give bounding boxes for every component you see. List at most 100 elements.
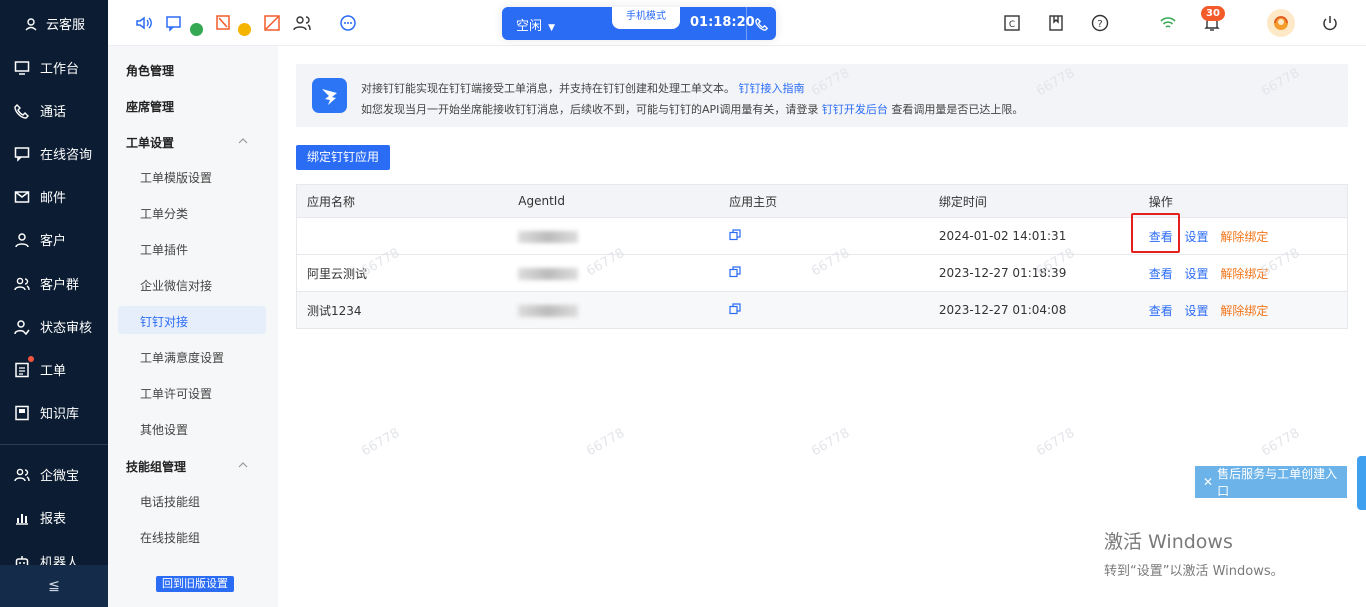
copy-icon[interactable] xyxy=(729,228,741,241)
nav-customer-group[interactable]: 客户群 xyxy=(14,274,79,293)
settings-group-skill-groups[interactable]: 技能组管理 xyxy=(126,458,186,475)
view-button[interactable]: 查看 xyxy=(1149,267,1173,281)
unbind-button[interactable]: 解除绑定 xyxy=(1220,267,1268,281)
watermark: 66778 xyxy=(359,425,403,460)
dingtalk-logo-icon xyxy=(312,78,347,113)
back-to-old-settings-button[interactable]: 回到旧版设置 xyxy=(156,576,234,592)
dingtalk-guide-link[interactable]: 钉钉接入指南 xyxy=(739,82,805,95)
banner-text: 查看调用量是否已达上限。 xyxy=(891,103,1024,116)
view-button[interactable]: 查看 xyxy=(1149,230,1173,244)
copy-icon[interactable] xyxy=(729,302,741,315)
speaker-icon[interactable] xyxy=(134,13,154,33)
bookmark-icon[interactable] xyxy=(1046,13,1066,33)
nav-calls[interactable]: 通话 xyxy=(14,101,66,120)
watermark: 66778 xyxy=(584,425,628,460)
settings-group-tickets[interactable]: 工单设置 xyxy=(126,134,174,151)
svg-text:C: C xyxy=(1009,20,1015,30)
settings-item-ticket-category[interactable]: 工单分类 xyxy=(140,205,188,222)
settings-item-ticket-license[interactable]: 工单许可设置 xyxy=(140,385,212,402)
settings-item-wecom-integration[interactable]: 企业微信对接 xyxy=(140,277,212,294)
side-drawer-tab[interactable] xyxy=(1357,456,1366,510)
agent-id-cell xyxy=(508,254,720,292)
unbind-button[interactable]: 解除绑定 xyxy=(1220,304,1268,318)
settings-item-ticket-template[interactable]: 工单模版设置 xyxy=(140,169,212,186)
help-icon[interactable]: ? xyxy=(1090,13,1110,33)
settings-item-ticket-plugin[interactable]: 工单插件 xyxy=(140,241,188,258)
redacted-agent-id xyxy=(518,230,579,243)
column-header: 应用主页 xyxy=(719,184,929,218)
aftersale-service-button[interactable]: ✕ 售后服务与工单创建入口 xyxy=(1195,466,1347,498)
chat-bubble-icon[interactable] xyxy=(338,13,358,33)
dnd-status-icon[interactable] xyxy=(262,13,282,33)
settings-group-roles[interactable]: 角色管理 xyxy=(126,62,174,79)
power-icon[interactable] xyxy=(1320,13,1340,33)
group-icon xyxy=(14,468,30,481)
banner-line-2: 如您发现当月一开始坐席能接收钉钉消息，后续收不到，可能与钉钉的API调用量有关，… xyxy=(361,101,1023,117)
avatar[interactable] xyxy=(1267,9,1295,37)
nav-tickets[interactable]: 工单 xyxy=(14,360,66,379)
settings-item-other[interactable]: 其他设置 xyxy=(140,421,188,438)
c-icon[interactable]: C xyxy=(1002,13,1022,33)
dingtalk-dev-console-link[interactable]: 钉钉开发后台 xyxy=(822,103,888,116)
settings-item-phone-skill-group[interactable]: 电话技能组 xyxy=(140,493,200,510)
phone-icon xyxy=(754,17,768,31)
nav-label: 在线咨询 xyxy=(40,148,93,163)
settings-group-seats[interactable]: 座席管理 xyxy=(126,98,174,115)
nav-workbench[interactable]: 工作台 xyxy=(14,58,79,77)
settings-button[interactable]: 设置 xyxy=(1185,267,1209,281)
agent-status-dropdown[interactable]: 空闲 ▼ xyxy=(516,15,555,34)
call-phone-button[interactable] xyxy=(746,7,776,40)
windows-activation-subtitle: 转到“设置”以激活 Windows。 xyxy=(1104,564,1284,579)
collapse-nav-button[interactable]: ≦ xyxy=(0,565,108,607)
nav-online-consult[interactable]: 在线咨询 xyxy=(14,144,92,163)
bind-time-cell: 2023-12-27 01:18:39 xyxy=(928,254,1139,292)
app-name-cell xyxy=(296,217,509,255)
person-check-icon xyxy=(14,319,30,335)
nav-label: 知识库 xyxy=(40,407,80,422)
message-icon[interactable] xyxy=(164,13,184,33)
nav-divider xyxy=(0,444,108,445)
nav-wecom-treasure[interactable]: 企微宝 xyxy=(14,465,79,484)
bar-chart-icon xyxy=(16,513,28,525)
settings-item-ticket-satisfaction[interactable]: 工单满意度设置 xyxy=(140,349,224,366)
settings-button[interactable]: 设置 xyxy=(1185,230,1209,244)
chevron-up-icon[interactable] xyxy=(238,460,248,470)
wifi-icon xyxy=(1158,13,1178,33)
table-header-row: 应用名称 AgentId 应用主页 绑定时间 操作 xyxy=(296,184,1348,218)
bind-dingtalk-app-button[interactable]: 绑定钉钉应用 xyxy=(296,145,390,170)
app-homepage-cell xyxy=(719,254,929,292)
busy-status-icon[interactable] xyxy=(214,13,234,33)
nav-label: 工作台 xyxy=(40,62,80,77)
agent-avatar-icon xyxy=(1274,16,1288,30)
nav-reports[interactable]: 报表 xyxy=(14,508,66,527)
settings-sidebar: 角色管理 座席管理 工单设置 工单模版设置 工单分类 工单插件 企业微信对接 钉… xyxy=(108,46,278,607)
bind-time-cell: 2023-12-27 01:04:08 xyxy=(928,291,1139,329)
agent-id-cell xyxy=(508,217,720,255)
settings-item-online-skill-group[interactable]: 在线技能组 xyxy=(140,529,200,546)
chat-icon xyxy=(14,146,30,162)
unbind-button[interactable]: 解除绑定 xyxy=(1220,230,1268,244)
close-icon[interactable]: ✕ xyxy=(1203,475,1213,489)
nav-label: 客户群 xyxy=(40,278,80,293)
agent-status-label: 空闲 xyxy=(516,19,543,34)
column-header: 绑定时间 xyxy=(928,184,1139,218)
banner-line-1: 对接钉钉能实现在钉钉端接受工单消息，并支持在钉钉创建和处理工单文本。 钉钉接入指… xyxy=(361,80,805,96)
actions-cell: 查看 设置 解除绑定 xyxy=(1138,254,1348,292)
settings-button[interactable]: 设置 xyxy=(1185,304,1209,318)
phone-mode-badge[interactable]: 手机模式 xyxy=(612,7,680,29)
users-icon[interactable] xyxy=(292,13,312,33)
nav-knowledge-base[interactable]: 知识库 xyxy=(14,403,79,422)
nav-customer[interactable]: 客户 xyxy=(14,230,66,249)
chevron-up-icon[interactable] xyxy=(238,136,248,146)
table-row: 测试1234 2023-12-27 01:04:08 查看 设置 解除绑定 xyxy=(296,291,1348,329)
call-panel: 空闲 ▼ 手机模式 01:18:20 xyxy=(502,7,776,40)
watermark: 66778 xyxy=(809,425,853,460)
view-button[interactable]: 查看 xyxy=(1149,304,1173,318)
copy-icon[interactable] xyxy=(729,265,741,278)
call-timer: 01:18:20 xyxy=(690,15,755,30)
nav-label: 报表 xyxy=(40,512,67,527)
nav-status-review[interactable]: 状态审核 xyxy=(14,317,92,336)
brand-logo-icon xyxy=(25,17,37,31)
settings-item-dingtalk-integration[interactable]: 钉钉对接 xyxy=(140,313,188,330)
nav-mail[interactable]: 邮件 xyxy=(14,187,66,206)
